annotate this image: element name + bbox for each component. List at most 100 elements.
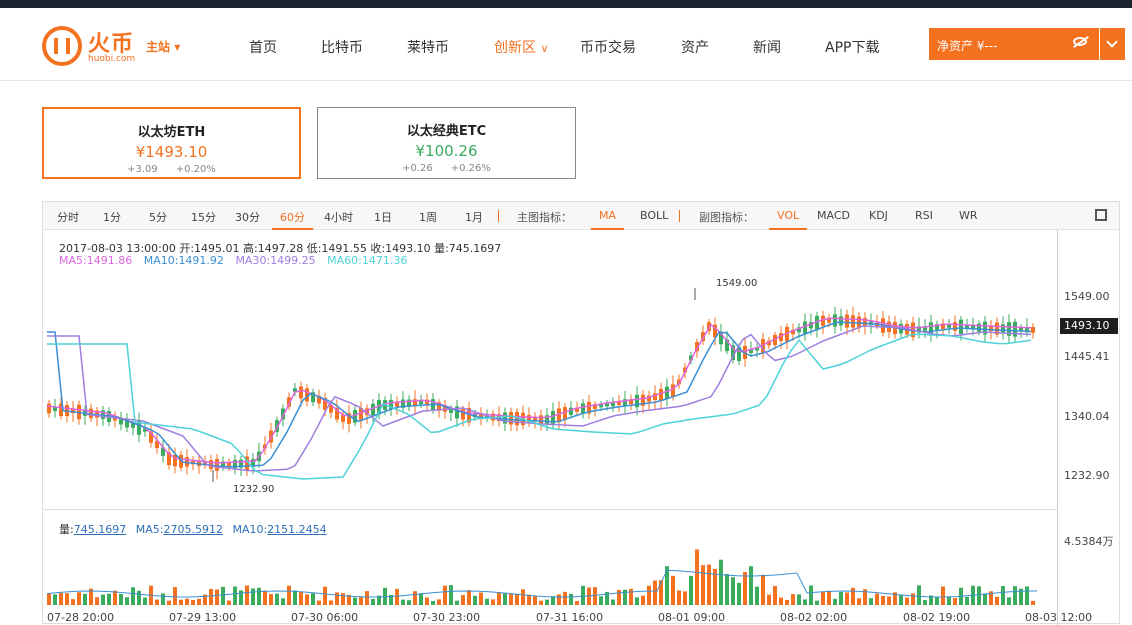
- volume-bar: [569, 593, 573, 605]
- candle: [833, 314, 837, 327]
- eye-hidden-icon[interactable]: [1073, 37, 1087, 46]
- indicator-ma[interactable]: MA: [590, 209, 625, 230]
- period-1min[interactable]: 1分: [103, 209, 121, 225]
- volume-ma-line: [46, 569, 1038, 598]
- nav-app-download[interactable]: APP下载: [825, 37, 879, 57]
- volume-bar: [617, 589, 621, 605]
- volume-bar: [575, 600, 579, 605]
- period-60min[interactable]: 60分: [272, 209, 313, 230]
- card-price: ¥100.26: [415, 142, 478, 160]
- volume-bar: [899, 595, 903, 605]
- volume-bar: [119, 593, 123, 605]
- market-card-etc[interactable]: 以太经典ETC ¥100.26 +0.26 +0.26%: [317, 107, 576, 179]
- volume-bar: [293, 590, 297, 605]
- market-card-eth[interactable]: 以太坊ETH ¥1493.10 +3.09 +0.20%: [42, 107, 301, 179]
- volume-bar: [677, 590, 681, 605]
- volume-bar: [47, 593, 51, 605]
- net-assets-label: 净资产 ¥---: [937, 39, 998, 53]
- assets-dropdown-button[interactable]: [1100, 28, 1125, 60]
- volume-bar: [737, 582, 741, 605]
- volume-bar: [167, 600, 171, 605]
- ma-legend: MA5:1491.86 MA10:1491.92 MA30:1499.25 MA…: [59, 254, 415, 267]
- net-assets-button[interactable]: 净资产 ¥---: [929, 28, 1099, 60]
- indicator-vol[interactable]: VOL: [768, 209, 808, 230]
- volume-bar: [521, 589, 525, 605]
- price-axis: 1549.00 1445.41 1340.04 1232.90 1493.10 …: [1057, 230, 1119, 625]
- candle: [1031, 327, 1035, 333]
- toolbar-separator: [498, 210, 499, 222]
- volume-bar: [647, 585, 651, 605]
- volume-bar: [977, 586, 981, 605]
- chart-toolbar: 分时 1分 5分 15分 30分 60分 4小时 1日 1周 1月 主图指标： …: [43, 202, 1119, 230]
- indicator-macd[interactable]: MACD: [817, 209, 850, 222]
- volume-bar: [629, 588, 633, 605]
- nav-litecoin[interactable]: 莱特币: [407, 37, 449, 57]
- volume-bar: [821, 591, 825, 605]
- site-label: 主站: [146, 40, 171, 54]
- candle: [947, 324, 951, 328]
- volume-bar: [887, 596, 891, 605]
- volume-bar: [191, 599, 195, 605]
- volume-bar: [1025, 586, 1029, 605]
- period-5min[interactable]: 5分: [149, 209, 167, 225]
- card-change-pct: +0.26%: [450, 163, 491, 174]
- volume-bar: [779, 597, 783, 605]
- period-30min[interactable]: 30分: [235, 209, 260, 225]
- period-1month[interactable]: 1月: [465, 209, 483, 225]
- volume-bar: [809, 585, 813, 605]
- nav-assets[interactable]: 资产: [681, 37, 709, 57]
- volume-bar: [755, 586, 759, 605]
- site-switch-dropdown[interactable]: 主站 ▾: [146, 38, 180, 55]
- volume-bar: [431, 600, 435, 605]
- volume-bar: [275, 593, 279, 605]
- ma30-legend: MA30:1499.25: [235, 254, 316, 267]
- pane-divider: [43, 509, 1057, 510]
- volume-bar: [1031, 600, 1035, 605]
- volume-bar: [761, 574, 765, 605]
- indicator-rsi[interactable]: RSI: [915, 209, 933, 222]
- volume-bar: [497, 592, 501, 605]
- nav-home[interactable]: 首页: [249, 37, 277, 57]
- volume-bar: [455, 600, 459, 605]
- indicator-kdj[interactable]: KDJ: [869, 209, 888, 222]
- volume-bar: [413, 591, 417, 605]
- volume-bar: [911, 593, 915, 605]
- volume-bar: [485, 598, 489, 605]
- candle: [839, 316, 843, 326]
- kline-plot[interactable]: 1549.00 1232.90: [43, 230, 1057, 625]
- volume-bar: [395, 588, 399, 605]
- volume-bar: [773, 585, 777, 605]
- x-tick-label: 08-01 09:00: [658, 611, 726, 624]
- volume-bar: [131, 587, 135, 605]
- volume-bar: [545, 599, 549, 605]
- nav-innovation[interactable]: 创新区 ∨: [494, 37, 549, 57]
- chevron-down-icon: ∨: [540, 42, 549, 55]
- volume-bar: [917, 585, 921, 605]
- volume-bar: [335, 592, 339, 605]
- period-1week[interactable]: 1周: [419, 209, 437, 225]
- volume-bar: [869, 598, 873, 605]
- volume-legend: 量:745.1697 MA5:2705.5912 MA10:2151.2454: [59, 521, 327, 537]
- indicator-wr[interactable]: WR: [959, 209, 978, 222]
- volume-bar: [59, 593, 63, 605]
- volume-bar: [479, 592, 483, 605]
- period-1day[interactable]: 1日: [374, 209, 392, 225]
- period-timeline[interactable]: 分时: [57, 209, 79, 225]
- volume-bar: [425, 597, 429, 605]
- nav-news[interactable]: 新闻: [753, 37, 781, 57]
- volume-bar: [71, 599, 75, 605]
- volume-bar: [437, 599, 441, 605]
- card-name: 以太经典ETC: [406, 124, 487, 139]
- indicator-boll[interactable]: BOLL: [640, 209, 668, 222]
- nav-coin-trade[interactable]: 币币交易: [580, 37, 636, 57]
- volume-bar: [179, 599, 183, 605]
- volume-bar: [353, 597, 357, 605]
- y-tick-label: 1445.41: [1064, 350, 1110, 363]
- volume-bar: [401, 599, 405, 605]
- volume-bar: [995, 596, 999, 605]
- fullscreen-icon[interactable]: [1095, 209, 1107, 221]
- period-15min[interactable]: 15分: [191, 209, 216, 225]
- nav-bitcoin[interactable]: 比特币: [321, 37, 363, 57]
- period-4h[interactable]: 4小时: [324, 209, 353, 225]
- volume-bar: [557, 594, 561, 605]
